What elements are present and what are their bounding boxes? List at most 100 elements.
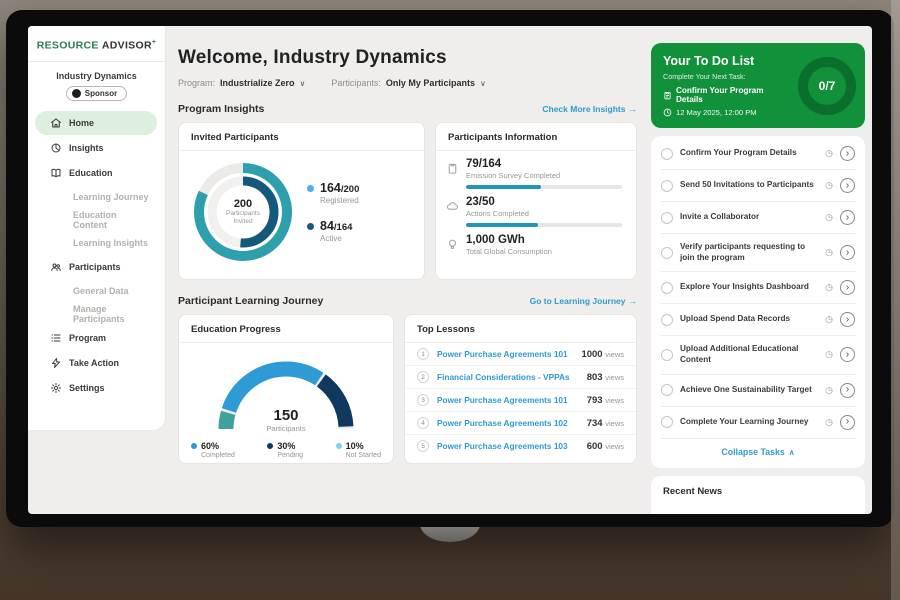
learning-journey-title: Participant Learning Journey xyxy=(178,295,323,307)
legend-dot-icon xyxy=(267,443,273,449)
lesson-views-count: 793 xyxy=(587,395,603,406)
todo-progress-ring: 0/7 xyxy=(798,57,856,115)
progress-bar-fill xyxy=(466,185,541,189)
clock-icon: ◷ xyxy=(825,314,833,325)
settings-icon xyxy=(50,382,62,394)
task-chevron-button[interactable]: › xyxy=(840,245,855,260)
task-checkbox[interactable] xyxy=(661,212,673,224)
task-checkbox[interactable] xyxy=(661,148,673,160)
task-chevron-button[interactable]: › xyxy=(840,347,855,362)
info-value: 79/164 xyxy=(466,158,622,170)
go-to-learning-journey-link[interactable]: Go to Learning Journey→ xyxy=(530,296,637,306)
task-checkbox[interactable] xyxy=(661,247,673,259)
info-label: Emission Survey Completed xyxy=(466,171,622,180)
task-chevron-button[interactable]: › xyxy=(840,280,855,295)
lesson-link[interactable]: Power Purchase Agreements 102 xyxy=(437,418,579,428)
info-value: 1,000 GWh xyxy=(466,234,622,246)
sidebar-item-label: Education xyxy=(69,168,113,178)
task-chevron-button[interactable]: › xyxy=(840,312,855,327)
task-checkbox[interactable] xyxy=(661,416,673,428)
lesson-link[interactable]: Power Purchase Agreements 101 xyxy=(437,395,579,405)
lesson-row: 1 Power Purchase Agreements 101 1000 vie… xyxy=(405,343,636,366)
legend-total: /164 xyxy=(334,222,353,233)
task-checkbox[interactable] xyxy=(661,180,673,192)
task-chevron-button[interactable]: › xyxy=(840,178,855,193)
task-checkbox[interactable] xyxy=(661,384,673,396)
task-checkbox[interactable] xyxy=(661,349,673,361)
dashboard-screen: RESOURCE ADVISOR+ Industry Dynamics Spon… xyxy=(28,26,872,514)
lesson-link[interactable]: Financial Considerations - VPPAs xyxy=(437,372,579,382)
sidebar-item-education-content[interactable]: Education Content xyxy=(35,209,157,231)
sidebar-item-learning-journey[interactable]: Learning Journey xyxy=(35,186,157,208)
task-checkbox[interactable] xyxy=(661,314,673,326)
sidebar-item-take-action[interactable]: Take Action xyxy=(35,351,157,375)
donut-legend-item: 84/164 Active xyxy=(307,219,359,243)
task-chevron-button[interactable]: › xyxy=(840,383,855,398)
task-label: Complete Your Learning Journey xyxy=(680,417,818,428)
todo-panel: Your To Do List Complete Your Next Task:… xyxy=(648,26,872,514)
task-label: Verify participants requesting to join t… xyxy=(680,242,818,263)
sidebar-item-learning-insights[interactable]: Learning Insights xyxy=(35,232,157,254)
participants-information-card: Participants Information 79/164 Emission… xyxy=(435,122,637,280)
legend-value: 164 xyxy=(320,181,341,195)
legend-dot-icon xyxy=(336,443,342,449)
info-label: Total Global Consumption xyxy=(466,247,622,256)
clock-icon: ◷ xyxy=(825,385,833,396)
todo-task-row: Invite a Collaborator ◷ › xyxy=(660,202,856,234)
collapse-tasks-link[interactable]: Collapse Tasks∧ xyxy=(660,439,856,466)
legend-dot-icon xyxy=(191,443,197,449)
todo-task-row: Explore Your Insights Dashboard ◷ › xyxy=(660,272,856,304)
sponsor-dot-icon xyxy=(72,89,81,98)
invited-participants-card: Invited Participants 200 xyxy=(178,122,425,280)
page-title: Welcome, Industry Dynamics xyxy=(178,47,637,69)
todo-next-task: Confirm Your Program Details xyxy=(676,86,785,104)
donut-center-value: 200 xyxy=(234,198,252,210)
gauge-legend-item: 60% Completed xyxy=(191,441,235,459)
lesson-rank-badge: 1 xyxy=(417,348,429,360)
sidebar-item-settings[interactable]: Settings xyxy=(35,376,157,400)
card-title: Invited Participants xyxy=(179,123,424,151)
lesson-link[interactable]: Power Purchase Agreements 103 xyxy=(437,441,579,451)
sidebar-item-participants[interactable]: Participants xyxy=(35,255,157,279)
task-label: Invite a Collaborator xyxy=(680,212,818,223)
task-chevron-button[interactable]: › xyxy=(840,146,855,161)
task-label: Upload Additional Educational Content xyxy=(680,344,818,365)
task-chevron-button[interactable]: › xyxy=(840,210,855,225)
sidebar-item-label: Learning Insights xyxy=(73,238,148,248)
recent-news-card: Recent News xyxy=(651,476,865,514)
insights-icon xyxy=(50,142,62,154)
lesson-link[interactable]: Power Purchase Agreements 101 xyxy=(437,349,573,359)
clock-icon: ◷ xyxy=(825,148,833,159)
survey-icon xyxy=(446,162,459,175)
clock-icon: ◷ xyxy=(825,282,833,293)
lesson-views-count: 734 xyxy=(587,418,603,429)
sidebar-item-home[interactable]: Home xyxy=(35,111,157,135)
program-filter-dropdown[interactable]: Program: Industrialize Zero ∨ xyxy=(178,78,305,88)
legend-label: Registered xyxy=(320,196,359,205)
lesson-row: 3 Power Purchase Agreements 101 793 view… xyxy=(405,389,636,412)
invited-donut-chart: 200 Participants Invited xyxy=(191,160,295,264)
lesson-views-count: 803 xyxy=(587,372,603,383)
clock-icon: ◷ xyxy=(825,417,833,428)
task-checkbox[interactable] xyxy=(661,282,673,294)
lesson-views-count: 1000 xyxy=(581,349,602,360)
sponsor-badge[interactable]: Sponsor xyxy=(66,86,127,101)
todo-tasks-card: Confirm Your Program Details ◷ › Send 50… xyxy=(651,136,865,468)
lesson-row: 5 Power Purchase Agreements 103 600 view… xyxy=(405,435,636,457)
clock-icon xyxy=(663,108,672,117)
sidebar-item-insights[interactable]: Insights xyxy=(35,136,157,160)
todo-task-row: Achieve One Sustainability Target ◷ › xyxy=(660,375,856,407)
lesson-views-word: views xyxy=(605,373,624,382)
legend-percent: 60% xyxy=(201,441,235,451)
card-title: Participants Information xyxy=(436,123,636,151)
check-more-insights-link[interactable]: Check More Insights→ xyxy=(542,104,637,114)
task-chevron-button[interactable]: › xyxy=(840,415,855,430)
recent-news-title: Recent News xyxy=(663,486,853,497)
sidebar-item-manage-participants[interactable]: Manage Participants xyxy=(35,303,157,325)
task-label: Achieve One Sustainability Target xyxy=(680,385,818,396)
participants-filter-dropdown[interactable]: Participants: Only My Participants ∨ xyxy=(331,78,485,88)
sidebar-item-program[interactable]: Program xyxy=(35,326,157,350)
sidebar-item-general-data[interactable]: General Data xyxy=(35,280,157,302)
sidebar-item-education[interactable]: Education xyxy=(35,161,157,185)
gauge-center-value: 150 xyxy=(211,407,361,424)
